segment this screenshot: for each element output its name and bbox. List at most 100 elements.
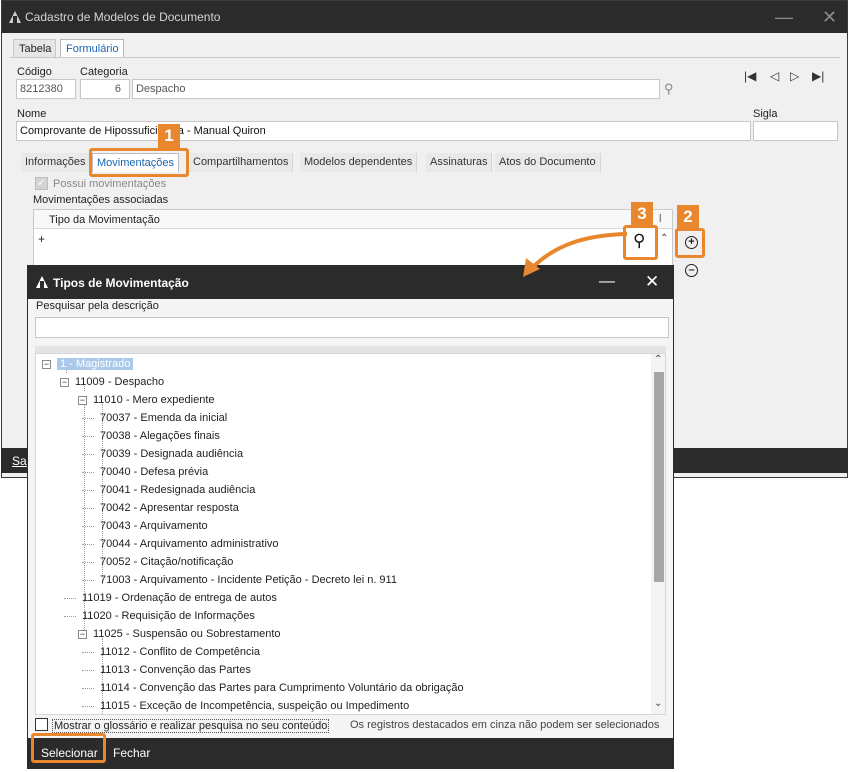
dialog-logo-icon	[36, 276, 48, 288]
first-record-icon[interactable]: |◀	[744, 69, 756, 83]
filter-icon[interactable]: ⧙	[659, 211, 662, 226]
tree-line	[82, 508, 94, 509]
dialog-title: Tipos de Movimentação	[53, 276, 189, 290]
tree-item-label: 11012 - Conflito de Competência	[100, 646, 261, 658]
last-record-icon[interactable]: ▶|	[812, 69, 824, 83]
previous-record-icon[interactable]: ◁	[770, 69, 779, 83]
app-logo-icon	[9, 11, 21, 23]
tree-line	[64, 616, 76, 617]
tree-item[interactable]: 70037 - Emenda da inicial	[100, 409, 227, 427]
tree-item[interactable]: 11014 - Convenção das Partes para Cumpri…	[100, 679, 464, 697]
tree-item[interactable]: −11010 - Mero expediente	[78, 391, 215, 409]
subtab-modelos-dependentes[interactable]: Modelos dependentes	[300, 153, 418, 172]
categoria-name-field[interactable]: Despacho	[132, 79, 660, 99]
tree-line	[82, 562, 94, 563]
tree-item[interactable]: 11020 - Requisição de Informações	[82, 607, 255, 625]
tree-item[interactable]: −11025 - Suspensão ou Sobrestamento	[78, 625, 281, 643]
tree-scroll-thumb[interactable]	[654, 372, 664, 582]
tree-item-label: 11020 - Requisição de Informações	[82, 610, 255, 622]
callout-badge-1: 1	[158, 124, 180, 150]
search-input[interactable]	[35, 317, 669, 338]
tab-formulario[interactable]: Formulário	[60, 39, 124, 58]
grid-scroll-up-icon[interactable]: ⌃	[660, 233, 668, 244]
next-record-icon[interactable]: ▷	[790, 69, 799, 83]
categoria-search-icon[interactable]: ⚲	[664, 81, 674, 97]
tree-item[interactable]: 70040 - Defesa prévia	[100, 463, 208, 481]
tree-item[interactable]: 70043 - Arquivamento	[100, 517, 208, 535]
tipos-movimentacao-dialog: Tipos de Movimentação — ✕ Pesquisar pela…	[27, 265, 674, 769]
tree-item[interactable]: 70041 - Redesignada audiência	[100, 481, 255, 499]
tree-line	[82, 436, 94, 437]
tree-item[interactable]: −1 - Magistrado	[42, 355, 134, 373]
minimize-icon[interactable]: —	[775, 8, 793, 26]
arrow-curve	[530, 232, 628, 270]
tree-item-label: 11014 - Convenção das Partes para Cumpri…	[100, 682, 464, 694]
tree-item-label: 70040 - Defesa prévia	[100, 466, 209, 478]
tree-scroll-down-icon[interactable]: ⌄	[654, 698, 662, 709]
sigla-field[interactable]	[753, 121, 838, 141]
glossary-checkbox[interactable]	[35, 718, 48, 731]
tree-scroll-up-icon[interactable]: ⌃	[654, 354, 662, 365]
fechar-button[interactable]: Fechar	[113, 746, 150, 760]
grid-new-row[interactable]: +	[38, 232, 45, 246]
tree-line	[82, 544, 94, 545]
tree-line	[82, 526, 94, 527]
codigo-label: Código	[17, 66, 52, 78]
tree-item-label: 11013 - Convenção das Partes	[100, 664, 251, 676]
movimentacao-tree: −1 - Magistrado −11009 - Despacho −11010 -…	[35, 353, 666, 715]
tree-line	[82, 670, 94, 671]
tree-item[interactable]: 71003 - Arquivamento - Incidente Petição…	[100, 571, 397, 589]
callout-arrow	[523, 232, 628, 277]
tab-divider	[10, 57, 840, 58]
tree-item-label: 11025 - Suspensão ou Sobrestamento	[93, 628, 281, 640]
glossary-label[interactable]: Mostrar o glossário e realizar pesquisa …	[52, 719, 330, 733]
tree-item-label: 70044 - Arquivamento administrativo	[100, 538, 279, 550]
tree-collapse-icon[interactable]: −	[42, 360, 51, 369]
possui-checkbox[interactable]: ✓	[35, 177, 48, 190]
tree-item-label: 70038 - Alegações finais	[100, 430, 220, 442]
tree-line	[82, 706, 94, 707]
nome-label: Nome	[17, 108, 47, 120]
tree-item[interactable]: 11012 - Conflito de Competência	[100, 643, 260, 661]
tree-scrollbar[interactable]: ⌃ ⌄	[651, 354, 665, 714]
codigo-field[interactable]: 8212380	[16, 79, 76, 99]
tree-item[interactable]: 70042 - Apresentar resposta	[100, 499, 239, 517]
possui-label: Possui movimentações	[53, 178, 167, 190]
dialog-close-icon[interactable]: ✕	[645, 272, 659, 292]
tree-line	[82, 418, 94, 419]
tree-item-label: 11010 - Mero expediente	[93, 394, 215, 406]
tree-item[interactable]: −11009 - Despacho	[60, 373, 164, 391]
callout-frame-movimentacoes	[89, 148, 189, 177]
tree-item[interactable]: 70052 - Citação/notificação	[100, 553, 233, 571]
main-title-bar: Cadastro de Modelos de Documento — ✕	[2, 1, 847, 33]
tree-line	[64, 598, 76, 599]
tree-item[interactable]: 11015 - Exceção de Incompetência, suspei…	[100, 697, 409, 714]
tree-item[interactable]: 11019 - Ordenação de entrega de autos	[82, 589, 277, 607]
tree-item-label: 70043 - Arquivamento	[100, 520, 208, 532]
tree-item[interactable]: 11013 - Convenção das Partes	[100, 661, 251, 679]
subtab-atos-documento[interactable]: Atos do Documento	[495, 153, 601, 172]
tree-item-label: 70041 - Redesignada audiência	[100, 484, 256, 496]
tree-item[interactable]: 70039 - Designada audiência	[100, 445, 243, 463]
tree-item-label: 1 - Magistrado	[57, 358, 134, 370]
close-icon[interactable]: ✕	[822, 8, 837, 26]
tree-collapse-icon[interactable]: −	[60, 378, 69, 387]
remove-movimentacao-icon[interactable]: –	[685, 264, 698, 277]
callout-frame-add	[675, 228, 705, 258]
tree-item-label: 70037 - Emenda da inicial	[100, 412, 228, 424]
tab-tabela[interactable]: Tabela	[13, 39, 56, 58]
tree-item[interactable]: 70038 - Alegações finais	[100, 427, 220, 445]
tree-item-label: 70039 - Designada audiência	[100, 448, 244, 460]
subtab-compartilhamentos[interactable]: Compartilhamentos	[189, 153, 294, 172]
search-label: Pesquisar pela descrição	[36, 300, 159, 312]
tree-item[interactable]: 70044 - Arquivamento administrativo	[100, 535, 279, 553]
tree-collapse-icon[interactable]: −	[78, 630, 87, 639]
tree-collapse-icon[interactable]: −	[78, 396, 87, 405]
tree-item-label: 11009 - Despacho	[75, 376, 165, 388]
categoria-number-field[interactable]: 6	[80, 79, 130, 99]
subtab-assinaturas[interactable]: Assinaturas	[426, 153, 493, 172]
nome-field[interactable]: Comprovante de Hipossuficiência - Manual…	[16, 121, 751, 141]
subtab-informacoes[interactable]: Informações	[21, 153, 91, 172]
sigla-label: Sigla	[753, 108, 778, 120]
callout-frame-selecionar	[31, 733, 106, 763]
